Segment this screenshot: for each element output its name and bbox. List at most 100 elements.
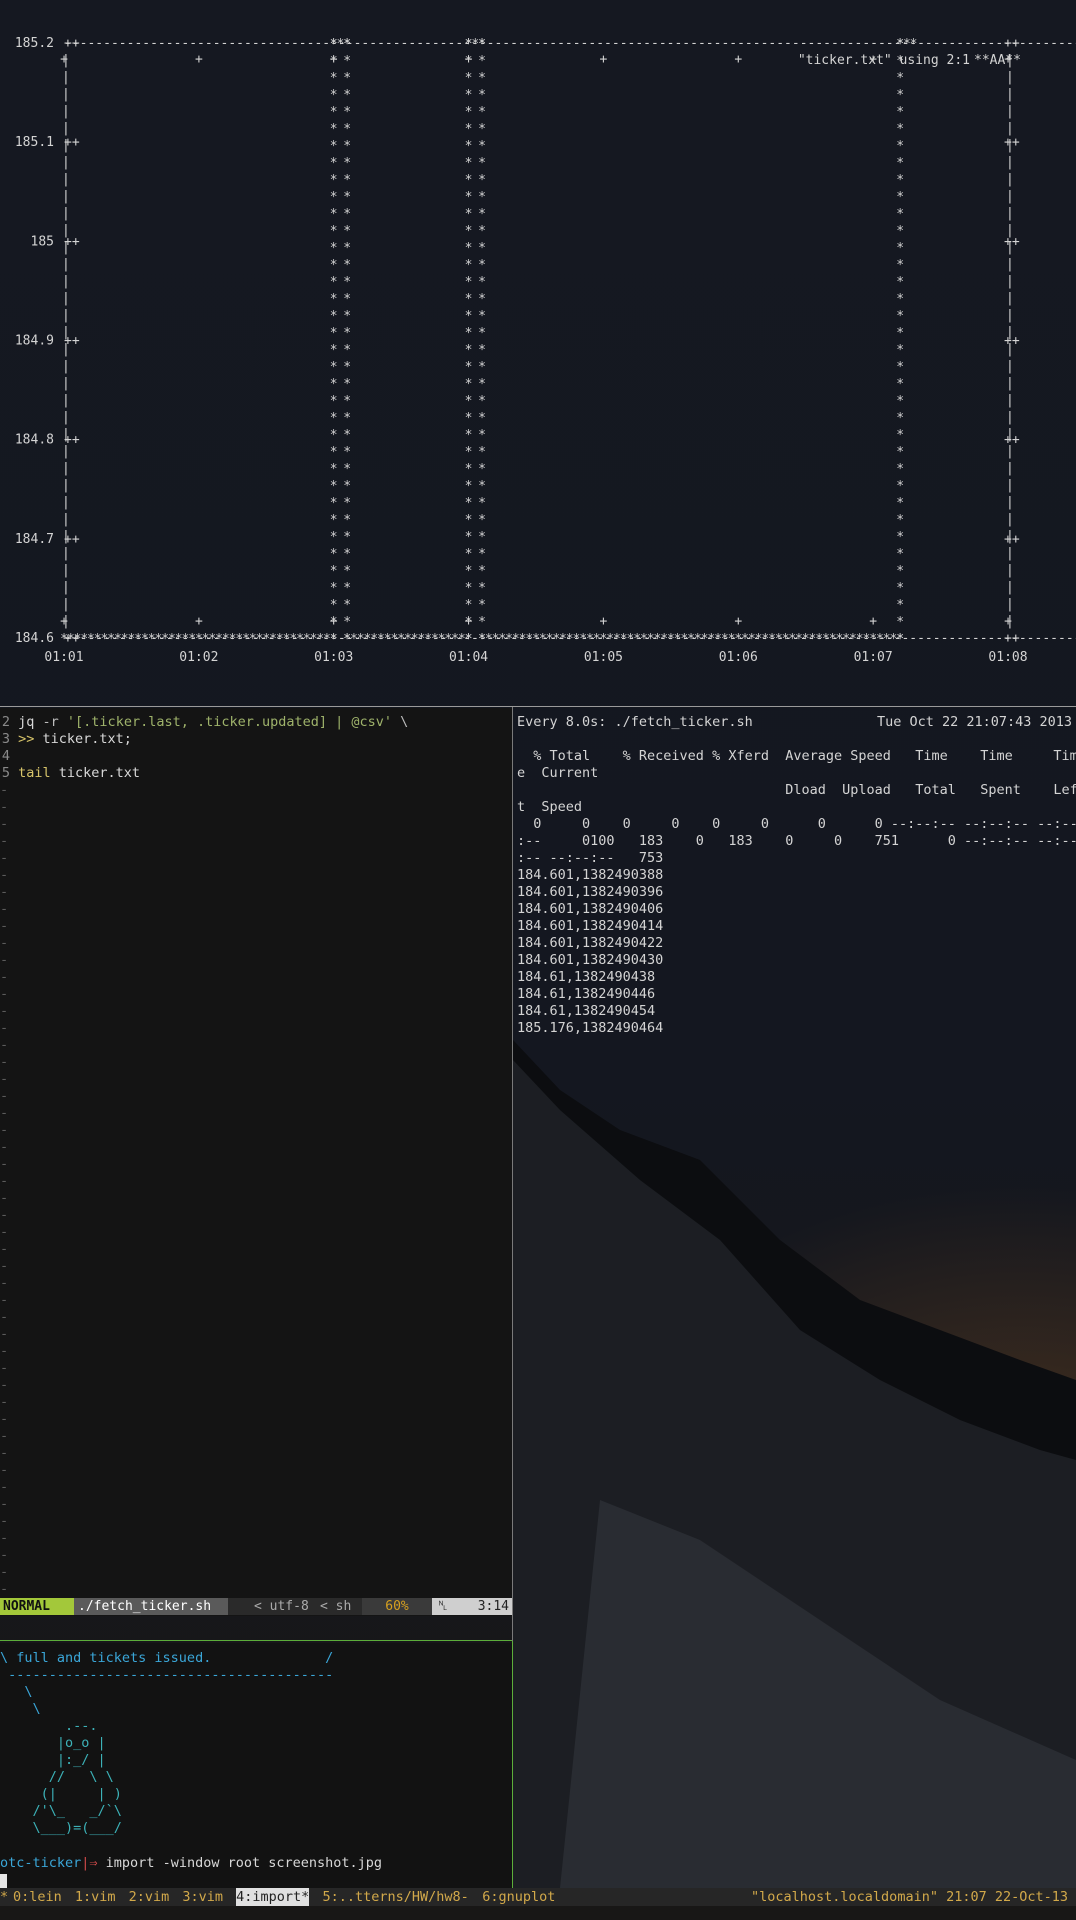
tmux-status-bar: * "localhost.localdomain" 21:07 22-Oct-1… [0, 1888, 1076, 1906]
plot-point-93: * [343, 258, 351, 273]
cowsay-bubble-text: \ full and tickets issued. / [0, 1650, 334, 1666]
vim-mode: NORMAL [0, 1598, 77, 1615]
y-tick-mark-left: ++ [64, 334, 80, 349]
plot-point-46: * [330, 547, 338, 562]
y-tick-label: 184.8 [15, 433, 54, 448]
vim-empty-line: - [0, 1207, 9, 1223]
vim-empty-line: - [0, 1139, 9, 1155]
plot-border-right: | [1006, 291, 1014, 306]
code-token: '[.ticker.last, .ticker.updated] | @csv' [66, 714, 393, 730]
vim-line[interactable]: 2 jq -r '[.ticker.last, .ticker.updated]… [0, 714, 408, 731]
ticker-plot: ----------------------------------------… [15, 36, 1076, 665]
tmux-window-tab[interactable]: 4:import* [236, 1888, 310, 1906]
plot-border-right: | [1006, 495, 1014, 510]
tmux-window-tab[interactable]: 3:vim [182, 1888, 223, 1906]
plot-point-66: * [330, 207, 338, 222]
plot-point-48: * [330, 513, 338, 528]
vim-empty-line: - [0, 1462, 9, 1478]
legend-label: "ticker.txt" using 2:1 [798, 53, 970, 68]
plot-point-208: * [478, 615, 486, 630]
plot-point-80: * [343, 37, 351, 52]
plot-point-186: * [478, 241, 486, 256]
tmux-window-tab[interactable]: 6:gnuplot [482, 1888, 555, 1906]
vim-cursor-position: 3:14 [454, 1598, 512, 1615]
watch-output-line: 184.61,1382490446 [517, 986, 656, 1002]
plot-point-276: * [896, 581, 904, 596]
tmux-window-tab[interactable]: 2:vim [129, 1888, 170, 1906]
line-number: 2 [1, 714, 10, 730]
plot-point-205: * [478, 564, 486, 579]
vim-empty-line: - [0, 1445, 9, 1461]
vim-empty-line: - [0, 782, 9, 798]
plot-border-right: | [1006, 308, 1014, 323]
plot-border-left: | [62, 70, 70, 85]
plot-point-204: * [478, 547, 486, 562]
vim-line[interactable]: 5 tail ticker.txt [0, 765, 140, 782]
shell-pane[interactable]: \ full and tickets issued. / -----------… [0, 1643, 512, 1889]
shell-prompt-line: otc-ticker|⇒ import -window root screens… [0, 1855, 382, 1872]
plot-point-190: * [478, 309, 486, 324]
plot-point-184: * [478, 207, 486, 222]
plot-point-97: * [343, 326, 351, 341]
vim-line[interactable]: 4 [0, 748, 18, 765]
plot-point-167: * [465, 88, 473, 103]
plot-point-300: * [896, 173, 904, 188]
y-tick-mark-right: ++ [1004, 36, 1020, 51]
vim-pane[interactable]: 2 jq -r '[.ticker.last, .ticker.updated]… [0, 708, 512, 1616]
pane-divider-horizontal[interactable] [0, 706, 1076, 707]
x-tick-label: 01:06 [719, 650, 758, 665]
plot-point-159: * [465, 224, 473, 239]
watch-output-line: 184.601,1382490422 [517, 935, 664, 951]
tmux-window-tab[interactable]: 5:..tterns/HW/hw8- [323, 1888, 469, 1906]
watch-output-line: e Current [517, 765, 599, 781]
plot-point-75: * [330, 54, 338, 69]
plot-point-297: * [896, 224, 904, 239]
plot-border-left: | [62, 274, 70, 289]
plot-point-163: * [465, 156, 473, 171]
watch-pane[interactable]: Every 8.0s: ./fetch_ticker.sh Tue Oct 22… [513, 708, 1076, 1608]
plot-point-102: * [343, 411, 351, 426]
plot-point-53: * [330, 428, 338, 443]
plot-point-274: * [896, 615, 904, 630]
plot-point-198: * [478, 445, 486, 460]
watch-output-line: :-- --:--:-- 753 [517, 850, 664, 866]
vim-empty-line: - [0, 1513, 9, 1529]
plot-point-108: * [343, 513, 351, 528]
plot-point-165: * [465, 122, 473, 137]
plot-point-200: * [478, 479, 486, 494]
cowsay-art-line: /'\_ _/`\ [0, 1803, 122, 1819]
vim-empty-line: - [0, 867, 9, 883]
pane-divider-active[interactable] [0, 1640, 512, 1641]
prompt-separator: |⇒ [81, 1855, 98, 1871]
vim-line[interactable]: 3 >> ticker.txt; [0, 731, 132, 748]
cowsay-art-line: \ [0, 1684, 33, 1700]
watch-header: Every 8.0s: ./fetch_ticker.sh [517, 714, 753, 730]
plot-point-109: * [343, 530, 351, 545]
x-tick-mark-top: + [195, 52, 203, 67]
plot-point-302: * [896, 139, 904, 154]
plot-point-71: * [330, 122, 338, 137]
watch-output-line: :-- 0100 183 0 183 0 0 751 0 --:--:-- --… [517, 833, 1076, 849]
plot-border-left: | [62, 121, 70, 136]
plot-border-right: | [1006, 257, 1014, 272]
plot-point-189: * [478, 292, 486, 307]
plot-point-148: * [465, 411, 473, 426]
tmux-window-tab[interactable]: 1:vim [75, 1888, 116, 1906]
plot-point-284: * [896, 445, 904, 460]
vim-empty-line: - [0, 1224, 9, 1240]
plot-point-67: * [330, 190, 338, 205]
gnuplot-pane[interactable]: ----------------------------------------… [0, 0, 1076, 706]
plot-point-193: * [478, 360, 486, 375]
plot-point-96: * [343, 309, 351, 324]
plot-point-185: * [478, 224, 486, 239]
x-tick-mark-top: + [734, 52, 742, 67]
vim-empty-line: - [0, 986, 9, 1002]
y-tick-mark-left: ++ [64, 234, 80, 249]
tmux-window-tab[interactable]: 0:lein [13, 1888, 62, 1906]
y-tick-mark-right: ++ [1004, 433, 1020, 448]
pane-divider-green[interactable] [512, 1641, 513, 1888]
plot-border-left: | [62, 189, 70, 204]
plot-point-301: * [896, 156, 904, 171]
plot-point-74: * [330, 71, 338, 86]
vim-empty-line: - [0, 1105, 9, 1121]
